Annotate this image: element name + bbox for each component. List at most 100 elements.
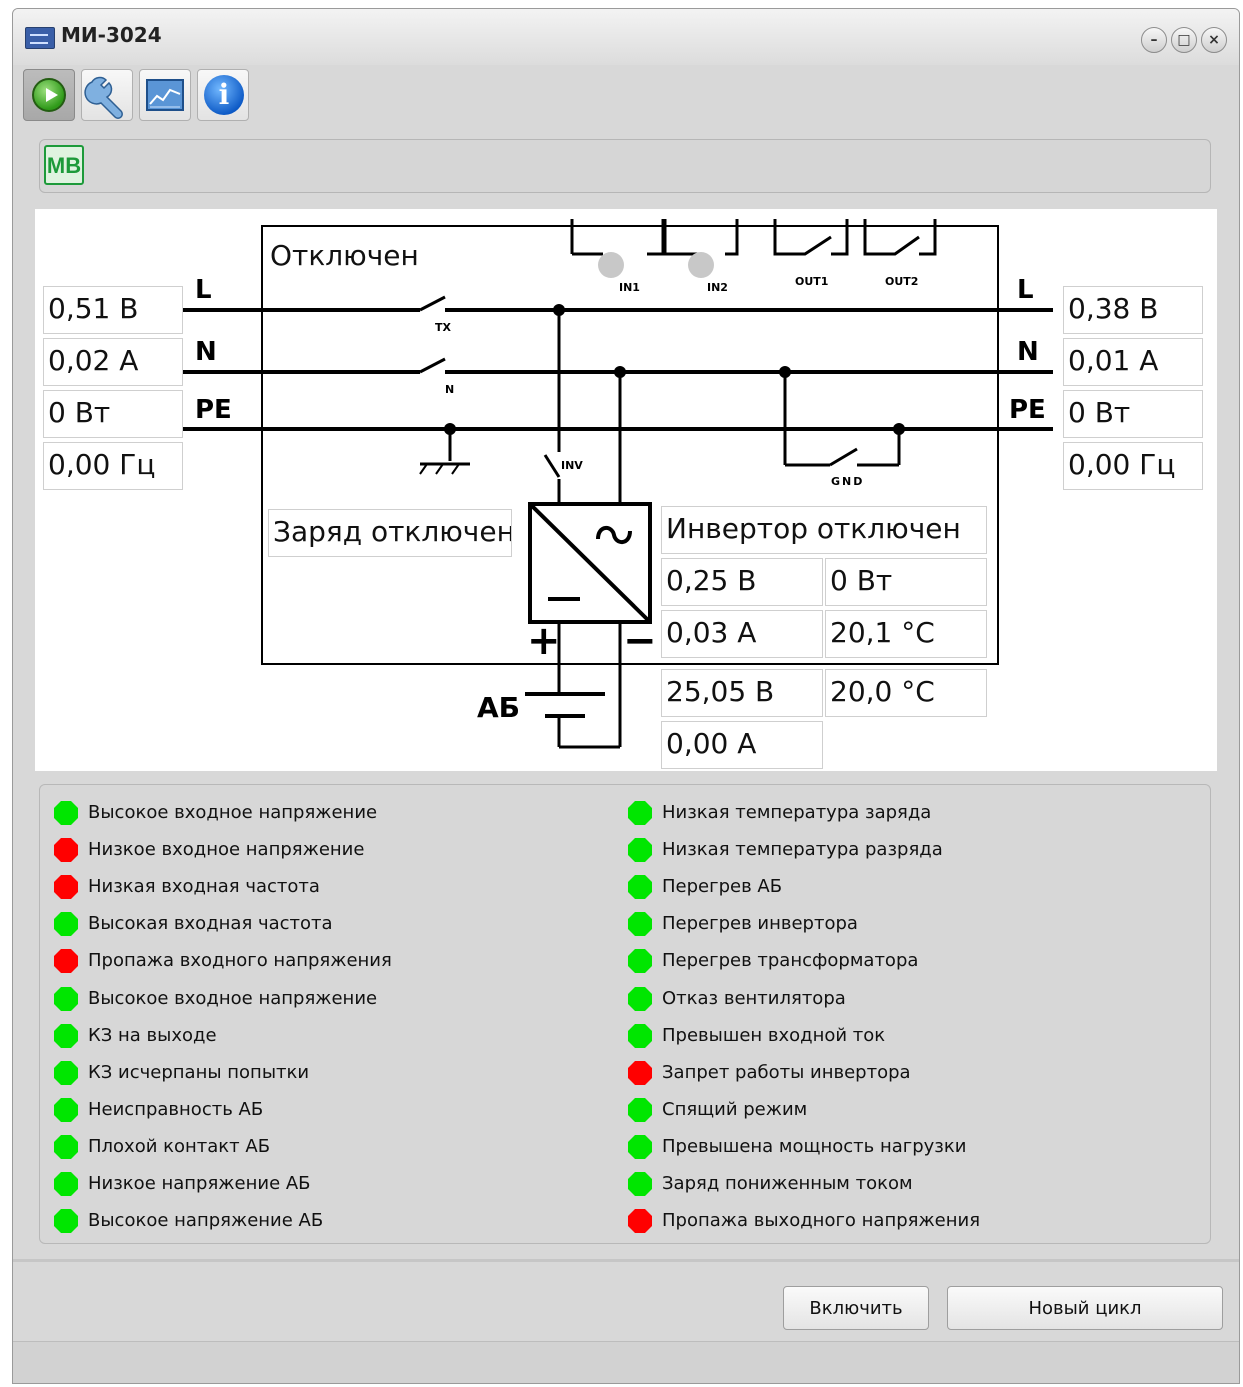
mode-badge[interactable]: MB [44, 145, 84, 185]
device-status: Отключен [266, 234, 568, 280]
toolbar: i [13, 65, 1239, 125]
alarm-label: Превышена мощность нагрузки [662, 1135, 967, 1157]
switch-label-inv: INV [561, 459, 583, 472]
minimize-icon[interactable]: – [1141, 27, 1167, 53]
output-voltage: 0,38 В [1063, 286, 1203, 334]
battery-voltage: 25,05 В [661, 669, 823, 717]
input-voltage: 0,51 В [43, 286, 183, 334]
alarm-label: Низкое входное напряжение [88, 839, 365, 861]
alarm-green-indicator-icon [54, 1209, 78, 1234]
alarm-red-indicator-icon [54, 949, 78, 974]
switch-label-tx: TX [435, 321, 451, 334]
alarm-green-indicator-icon [628, 1097, 652, 1122]
alarm-label: Плохой контакт АБ [88, 1135, 271, 1157]
close-icon[interactable]: × [1201, 27, 1227, 53]
alarm-label: Высокое напряжение АБ [88, 1210, 324, 1232]
battery-current: 0,00 А [661, 721, 823, 769]
line-label-pe-out: PE [1009, 395, 1046, 425]
title-bar: МИ-3024 – □ × [13, 9, 1239, 66]
alarm-panel: Высокое входное напряжение Низкое входное… [39, 784, 1211, 1244]
alarm-label: Перегрев АБ [662, 876, 783, 898]
inverter-status: Инвертор отключен [661, 506, 987, 554]
alarm-green-indicator-icon [628, 875, 652, 900]
alarm-green-indicator-icon [54, 986, 78, 1011]
alarm-label: Перегрев инвертора [662, 913, 858, 935]
alarm-red-indicator-icon [54, 875, 78, 900]
alarm-green-indicator-icon [628, 949, 652, 974]
alarm-green-indicator-icon [628, 801, 652, 825]
alarm-label: Высокая входная частота [88, 913, 333, 935]
alarm-label: Превышен входной ток [662, 1024, 886, 1046]
alarm-green-indicator-icon [54, 912, 78, 937]
alarm-label: Низкая температура заряда [662, 802, 932, 823]
alarm-green-indicator-icon [628, 986, 652, 1011]
input-current: 0,02 А [43, 338, 183, 386]
alarm-green-indicator-icon [54, 801, 78, 825]
info-button[interactable]: i [197, 69, 249, 121]
mode-panel: MB [39, 139, 1211, 193]
alarm-green-indicator-icon [628, 1023, 652, 1048]
enable-button[interactable]: Включить [783, 1286, 929, 1330]
alarm-label: КЗ на выходе [88, 1024, 217, 1046]
alarm-green-indicator-icon [54, 1134, 78, 1159]
line-label-l-in: L [195, 275, 212, 305]
line-label-n-in: N [195, 337, 217, 367]
ups-diagram: L N PE L N PE TX N INV GND IN1 IN2 OUT1 … [35, 209, 1217, 771]
inverter-temperature: 20,1 °C [825, 610, 987, 658]
alarm-red-indicator-icon [54, 838, 78, 863]
alarm-label: Низкая входная частота [88, 876, 320, 898]
battery-temperature: 20,0 °C [825, 669, 987, 717]
app-icon [25, 27, 55, 49]
info-icon: i [204, 75, 244, 115]
alarm-red-indicator-icon [628, 1209, 652, 1234]
switch-label-gnd: GND [831, 475, 865, 488]
alarm-label: Низкая температура разряда [662, 839, 943, 861]
alarm-label: Пропажа входного напряжения [88, 950, 392, 972]
relay-label-out2: OUT2 [885, 275, 919, 288]
inverter-voltage: 0,25 В [661, 558, 823, 606]
inverter-power: 0 Вт [825, 558, 987, 606]
alarm-green-indicator-icon [628, 838, 652, 863]
alarm-red-indicator-icon [628, 1060, 652, 1085]
alarm-green-indicator-icon [628, 1134, 652, 1159]
start-button[interactable] [23, 69, 75, 121]
status-bar [13, 1341, 1239, 1383]
alarm-label: Перегрев трансформатора [662, 950, 919, 972]
relay-label-in2: IN2 [707, 281, 728, 294]
new-cycle-button[interactable]: Новый цикл [947, 1286, 1223, 1330]
in2-indicator [688, 252, 714, 278]
alarm-label: КЗ исчерпаны попытки [88, 1061, 310, 1083]
alarm-green-indicator-icon [54, 1023, 78, 1048]
alarm-label: Спящий режим [662, 1098, 808, 1120]
line-label-l-out: L [1017, 275, 1034, 305]
wrench-icon [84, 76, 123, 119]
alarm-label: Высокое входное напряжение [88, 802, 378, 823]
alarm-label: Отказ вентилятора [662, 987, 846, 1009]
bottom-bar: Включить Новый цикл [13, 1259, 1239, 1342]
alarm-label: Низкое напряжение АБ [88, 1173, 311, 1194]
alarm-green-indicator-icon [54, 1172, 78, 1196]
settings-button[interactable] [81, 69, 133, 121]
alarm-label: Пропажа выходного напряжения [662, 1210, 981, 1232]
input-power: 0 Вт [43, 390, 183, 438]
relay-label-in1: IN1 [619, 281, 640, 294]
battery-label: АБ [477, 691, 521, 724]
main-window: МИ-3024 – □ × i MB L N PE L N PE TX N IN… [12, 8, 1240, 1384]
window-title: МИ-3024 [61, 23, 162, 47]
battery-plus-label: + [527, 618, 561, 664]
alarm-label: Высокое входное напряжение [88, 987, 378, 1009]
line-label-n-out: N [1017, 337, 1039, 367]
chart-button[interactable] [139, 69, 191, 121]
relay-label-out1: OUT1 [795, 275, 829, 288]
play-icon [32, 78, 66, 112]
input-frequency: 0,00 Гц [43, 442, 183, 490]
output-frequency: 0,00 Гц [1063, 442, 1203, 490]
output-current: 0,01 А [1063, 338, 1203, 386]
chart-icon [146, 79, 184, 111]
charge-status: Заряд отключен [268, 509, 512, 557]
alarm-label: Заряд пониженным током [662, 1173, 913, 1194]
alarm-label: Неисправность АБ [88, 1098, 264, 1120]
output-power: 0 Вт [1063, 390, 1203, 438]
switch-label-n: N [445, 383, 455, 396]
maximize-icon[interactable]: □ [1171, 27, 1197, 53]
